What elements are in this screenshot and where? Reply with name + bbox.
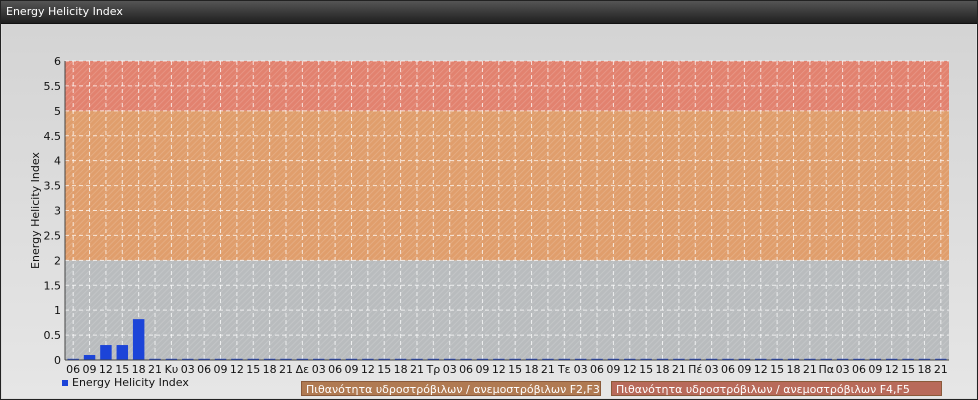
legend-band-mid[interactable]: Πιθανότητα υδροστρόβιλων / ανεμοστρόβιλω… bbox=[301, 381, 601, 396]
energy-helicity-chart: 00.511.522.533.544.555.5606 09 12 15 18 21 Κυ 0… bbox=[29, 55, 949, 376]
x-tick-label: 18 bbox=[656, 363, 670, 376]
x-tick-label: 09 bbox=[606, 363, 620, 376]
y-tick-label: 3 bbox=[54, 205, 61, 218]
x-tick-label: Τρ bbox=[425, 363, 440, 376]
bar bbox=[132, 319, 145, 360]
x-tick-label: 15 bbox=[901, 363, 915, 376]
x-tick-label: 12 bbox=[885, 363, 899, 376]
x-tick-label: 15 bbox=[770, 363, 784, 376]
x-tick-label: 06 bbox=[590, 363, 604, 376]
x-tick-label: 18 bbox=[917, 363, 931, 376]
legend-swatch bbox=[62, 380, 68, 386]
title-bar: Energy Helicity Index bbox=[1, 1, 977, 24]
x-tick-label: 18 bbox=[525, 363, 539, 376]
x-tick-label: 03 bbox=[312, 363, 326, 376]
x-tick-label: 21 bbox=[541, 363, 555, 376]
y-tick-label: 4 bbox=[54, 155, 61, 168]
x-tick-label: 18 bbox=[394, 363, 408, 376]
x-tick-label: 03 bbox=[836, 363, 850, 376]
x-tick-label: 15 bbox=[377, 363, 391, 376]
x-tick-label: 09 bbox=[344, 363, 358, 376]
x-tick-label: 03 bbox=[705, 363, 719, 376]
y-tick-label: 5.5 bbox=[44, 80, 62, 93]
x-tick-label: Δε bbox=[296, 363, 310, 376]
x-tick-label: 03 bbox=[443, 363, 457, 376]
x-tick-label: 15 bbox=[246, 363, 260, 376]
x-tick-label: Τε bbox=[557, 363, 571, 376]
x-tick-label: 09 bbox=[475, 363, 489, 376]
bar bbox=[100, 345, 112, 360]
x-tick-label: 18 bbox=[786, 363, 800, 376]
window-title: Energy Helicity Index bbox=[6, 5, 123, 18]
x-tick-label: 06 bbox=[852, 363, 866, 376]
legend-series-label: Energy Helicity Index bbox=[72, 376, 189, 389]
y-tick-label: 0.5 bbox=[44, 329, 62, 342]
x-tick-label: 06 bbox=[459, 363, 473, 376]
x-tick-label: 15 bbox=[639, 363, 653, 376]
x-tick-label: 18 bbox=[263, 363, 277, 376]
y-axis-label: Energy Helicity Index bbox=[29, 152, 42, 269]
x-tick-label: Πα bbox=[818, 363, 834, 376]
x-tick-label: 21 bbox=[410, 363, 424, 376]
x-tick-label: 09 bbox=[868, 363, 882, 376]
y-tick-label: 3.5 bbox=[44, 180, 62, 193]
x-tick-label: 03 bbox=[574, 363, 588, 376]
x-tick-label: 09 bbox=[214, 363, 228, 376]
bar bbox=[83, 355, 96, 360]
y-tick-label: 2.5 bbox=[44, 229, 62, 242]
x-tick-label: 12 bbox=[230, 363, 244, 376]
x-tick-label: 21 bbox=[934, 363, 948, 376]
y-tick-label: 2 bbox=[54, 254, 61, 267]
chart-window: Energy Helicity Index 0 0.5 1 1.5 2 2.5 3 3.5 4 4… bbox=[0, 0, 978, 400]
x-tick-label: 21 bbox=[803, 363, 817, 376]
x-tick-label: 12 bbox=[754, 363, 768, 376]
y-tick-label: 0 bbox=[54, 354, 61, 367]
y-tick-label: 1.5 bbox=[44, 279, 62, 292]
chart-panel: 0 0.5 1 1.5 2 2.5 3 3.5 4 4.5 5 5.5 6 06 09 12 15 18 21 Κυ 0… bbox=[2, 24, 976, 398]
x-tick-label: 15 bbox=[508, 363, 522, 376]
x-tick-label: 12 bbox=[492, 363, 506, 376]
legend-band-mid-label: Πιθανότητα υδροστρόβιλων / ανεμοστρόβιλω… bbox=[306, 383, 600, 396]
y-tick-label: 5 bbox=[54, 105, 61, 118]
x-tick-label: 06 bbox=[721, 363, 735, 376]
x-tick-label: 12 bbox=[361, 363, 375, 376]
x-tick-label: Πέ bbox=[688, 363, 702, 376]
y-tick-label: 1 bbox=[54, 304, 61, 317]
x-tick-label: 09 bbox=[737, 363, 751, 376]
legend-band-high[interactable]: Πιθανότητα υδροστρόβιλων / ανεμοστρόβιλω… bbox=[611, 381, 942, 396]
y-tick-label: 6 bbox=[54, 55, 61, 68]
x-tick-label: 06 bbox=[197, 363, 211, 376]
bar bbox=[116, 345, 129, 360]
x-tick-label: 06 bbox=[328, 363, 342, 376]
legend-band-high-label: Πιθανότητα υδροστρόβιλων / ανεμοστρόβιλω… bbox=[616, 383, 910, 396]
legend-series-entry[interactable]: Energy Helicity Index bbox=[62, 375, 189, 393]
x-tick-label: 12 bbox=[623, 363, 637, 376]
x-tick-label: 21 bbox=[672, 363, 686, 376]
x-tick-label: 21 bbox=[279, 363, 293, 376]
y-tick-label: 4.5 bbox=[44, 130, 62, 143]
